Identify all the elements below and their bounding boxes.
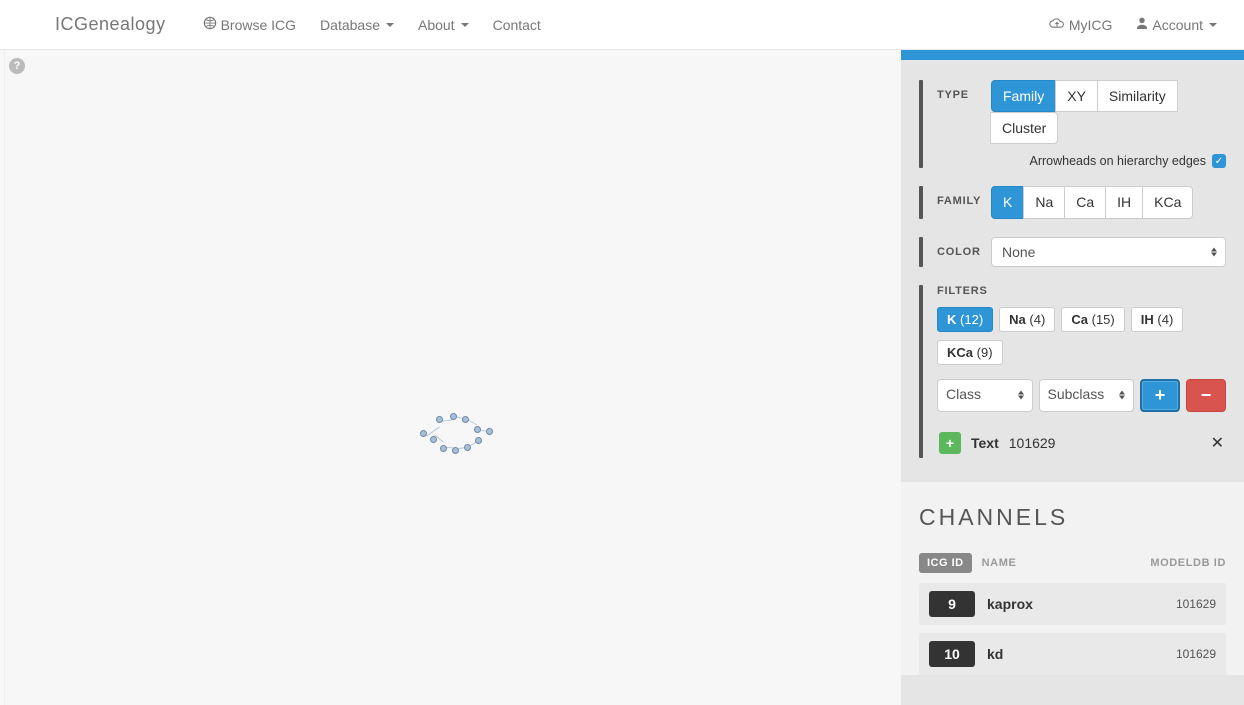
- brand[interactable]: ICGenealogy: [55, 14, 166, 35]
- color-control: COLOR None: [919, 237, 1226, 267]
- nav-right: MyICG Account: [1037, 0, 1229, 50]
- arrowheads-row: Arrowheads on hierarchy edges ✓: [991, 154, 1226, 168]
- subclass-select-value: Subclass: [1048, 386, 1105, 402]
- add-filter-button[interactable]: +: [1140, 379, 1180, 412]
- graph-nodes: [420, 410, 500, 455]
- type-option-family[interactable]: Family: [991, 80, 1056, 112]
- accent-bar: [919, 285, 923, 458]
- channels-section: CHANNELS ICG ID NAME MODELDB ID 9 kaprox…: [901, 482, 1244, 675]
- filter-chip-ca[interactable]: Ca (15): [1061, 307, 1124, 332]
- add-text-filter-icon[interactable]: +: [939, 432, 961, 454]
- name-header: NAME: [982, 557, 1017, 569]
- accent-bar: [919, 186, 923, 218]
- type-control: TYPE Family XY Similarity Cluster Arrowh…: [919, 80, 1226, 168]
- filter-chip-na[interactable]: Na (4): [999, 307, 1055, 332]
- user-icon: [1136, 16, 1148, 33]
- caret-down-icon: [386, 23, 394, 27]
- nav-about[interactable]: About: [406, 0, 481, 50]
- nav-account-label: Account: [1152, 17, 1203, 33]
- accent-bar: [919, 80, 923, 168]
- nav-about-label: About: [418, 17, 455, 33]
- minus-icon: −: [1201, 385, 1212, 406]
- remove-text-filter-icon[interactable]: ✕: [1211, 433, 1224, 453]
- remove-filter-button[interactable]: −: [1186, 379, 1226, 412]
- nav-browse-label: Browse ICG: [221, 17, 296, 33]
- main-area: ?: [0, 50, 1244, 705]
- nav-browse[interactable]: Browse ICG: [191, 0, 308, 50]
- filters-label: FILTERS: [937, 285, 1226, 297]
- text-filter-label: Text: [971, 435, 999, 451]
- plus-icon: +: [1155, 385, 1166, 406]
- text-filter-row: + Text 101629 ✕: [937, 428, 1226, 458]
- type-option-cluster[interactable]: Cluster: [990, 112, 1058, 144]
- navbar: ICGenealogy Browse ICG Database About Co…: [0, 0, 1244, 50]
- family-option-ih[interactable]: IH: [1105, 186, 1143, 218]
- channels-header: ICG ID NAME MODELDB ID: [919, 553, 1226, 573]
- channel-modeldb-id: 101629: [1176, 597, 1216, 611]
- nav-myicg-label: MyICG: [1069, 17, 1113, 33]
- channel-row[interactable]: 9 kaprox 101629: [919, 583, 1226, 625]
- nav-left: Browse ICG Database About Contact: [191, 0, 553, 50]
- nav-contact-label: Contact: [493, 17, 541, 33]
- updown-caret-icon: [1119, 391, 1125, 400]
- family-control: FAMILY K Na Ca IH KCa: [919, 186, 1226, 218]
- nav-database[interactable]: Database: [308, 0, 406, 50]
- type-option-similarity[interactable]: Similarity: [1097, 80, 1178, 112]
- modeldb-header: MODELDB ID: [1150, 557, 1226, 569]
- text-filter-value: 101629: [1009, 435, 1056, 451]
- filter-chip-row-2: KCa (9): [937, 340, 1226, 365]
- color-select[interactable]: None: [991, 237, 1226, 267]
- updown-caret-icon: [1018, 391, 1024, 400]
- caret-down-icon: [1209, 23, 1217, 27]
- filter-chip-kca[interactable]: KCa (9): [937, 340, 1003, 365]
- filter-chip-ih[interactable]: IH (4): [1131, 307, 1184, 332]
- color-select-value: None: [1002, 244, 1035, 260]
- accent-bar: [919, 237, 923, 267]
- nav-account[interactable]: Account: [1124, 0, 1229, 50]
- globe-icon: [203, 16, 217, 33]
- channels-title: CHANNELS: [919, 504, 1226, 531]
- channel-id-badge: 9: [929, 591, 975, 617]
- type-label: TYPE: [937, 80, 991, 101]
- arrowheads-label: Arrowheads on hierarchy edges: [1030, 154, 1207, 168]
- icgid-header-badge: ICG ID: [919, 553, 972, 573]
- sidebar: TYPE Family XY Similarity Cluster Arrowh…: [901, 50, 1244, 705]
- help-icon[interactable]: ?: [9, 58, 25, 74]
- channel-name: kaprox: [987, 596, 1033, 612]
- type-button-group: Family XY Similarity Cluster: [991, 80, 1226, 144]
- family-label: FAMILY: [937, 186, 991, 207]
- class-select-value: Class: [946, 386, 981, 402]
- subclass-select[interactable]: Subclass: [1039, 379, 1135, 412]
- graph-canvas[interactable]: ?: [4, 50, 901, 705]
- color-label: COLOR: [937, 237, 991, 258]
- nav-database-label: Database: [320, 17, 380, 33]
- filter-chip-k[interactable]: K (12): [937, 307, 993, 332]
- channel-row[interactable]: 10 kd 101629: [919, 633, 1226, 675]
- type-option-xy[interactable]: XY: [1055, 80, 1098, 112]
- family-button-group: K Na Ca IH KCa: [991, 186, 1226, 218]
- arrowheads-checkbox[interactable]: ✓: [1212, 154, 1226, 168]
- family-option-kca[interactable]: KCa: [1142, 186, 1193, 218]
- family-option-ca[interactable]: Ca: [1064, 186, 1106, 218]
- family-option-na[interactable]: Na: [1023, 186, 1065, 218]
- channel-id-badge: 10: [929, 641, 975, 667]
- family-option-k[interactable]: K: [991, 186, 1024, 218]
- filter-selector-row: Class Subclass + −: [937, 379, 1226, 412]
- channel-modeldb-id: 101629: [1176, 647, 1216, 661]
- cloud-up-icon: [1049, 17, 1065, 33]
- channel-name: kd: [987, 646, 1003, 662]
- class-select[interactable]: Class: [937, 379, 1033, 412]
- nav-myicg[interactable]: MyICG: [1037, 0, 1125, 50]
- sidebar-accent-bar: [901, 50, 1244, 60]
- filter-chip-row: K (12) Na (4) Ca (15) IH (4): [937, 307, 1226, 332]
- nav-contact[interactable]: Contact: [481, 0, 553, 50]
- caret-down-icon: [461, 23, 469, 27]
- filters-control: FILTERS K (12) Na (4) Ca (15) IH (4) KCa…: [919, 285, 1226, 458]
- updown-caret-icon: [1211, 247, 1217, 256]
